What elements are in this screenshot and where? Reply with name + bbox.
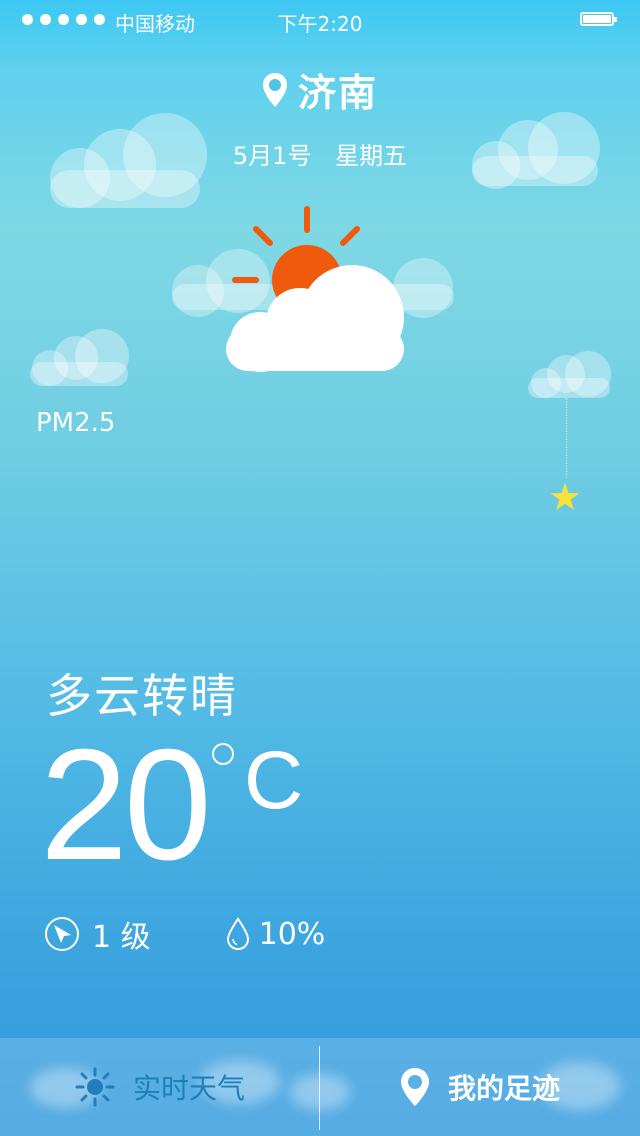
humidity-value: 10% — [258, 916, 326, 952]
tab-label: 我的足迹 — [447, 1072, 560, 1105]
date-day: 5月1号 — [232, 142, 312, 170]
date-weekday: 星期五 — [335, 142, 408, 170]
water-drop-icon — [226, 917, 249, 951]
sun-icon — [75, 1067, 115, 1107]
wind-info: 1 级 — [44, 912, 151, 956]
wind-level: 1 级 — [92, 920, 151, 955]
location-pin-icon — [400, 1068, 429, 1106]
tab-divider — [319, 1046, 320, 1130]
pm25-label[interactable]: PM2.5 — [36, 408, 115, 438]
tab-label: 实时天气 — [132, 1072, 245, 1105]
wind-direction-icon — [45, 917, 79, 951]
tab-realtime-weather[interactable]: 实时天气 — [0, 1038, 320, 1136]
battery-icon — [580, 12, 617, 26]
star-icon[interactable]: ★ — [548, 478, 582, 516]
cloud-icon — [472, 112, 600, 189]
city-header[interactable]: 济南 — [0, 62, 640, 117]
humidity-info: 10% — [225, 916, 326, 952]
partly-cloudy-icon — [226, 206, 404, 372]
status-bar: 中国移动 下午2:20 — [0, 0, 640, 40]
bottom-tab-bar: 实时天气 我的足迹 — [0, 1038, 640, 1136]
cloud-icon — [30, 329, 129, 386]
temperature-unit: C — [244, 735, 304, 826]
star-string — [566, 398, 567, 478]
degree-icon — [212, 743, 234, 765]
tab-my-footprint[interactable]: 我的足迹 — [320, 1038, 640, 1136]
cloud-icon — [528, 351, 611, 398]
location-pin-icon — [262, 72, 287, 107]
city-name: 济南 — [297, 71, 378, 115]
temperature-value: 20 — [40, 717, 212, 893]
status-time: 下午2:20 — [277, 12, 363, 36]
cloud-icon — [50, 113, 207, 208]
weather-details: 1 级 10% — [44, 912, 325, 956]
